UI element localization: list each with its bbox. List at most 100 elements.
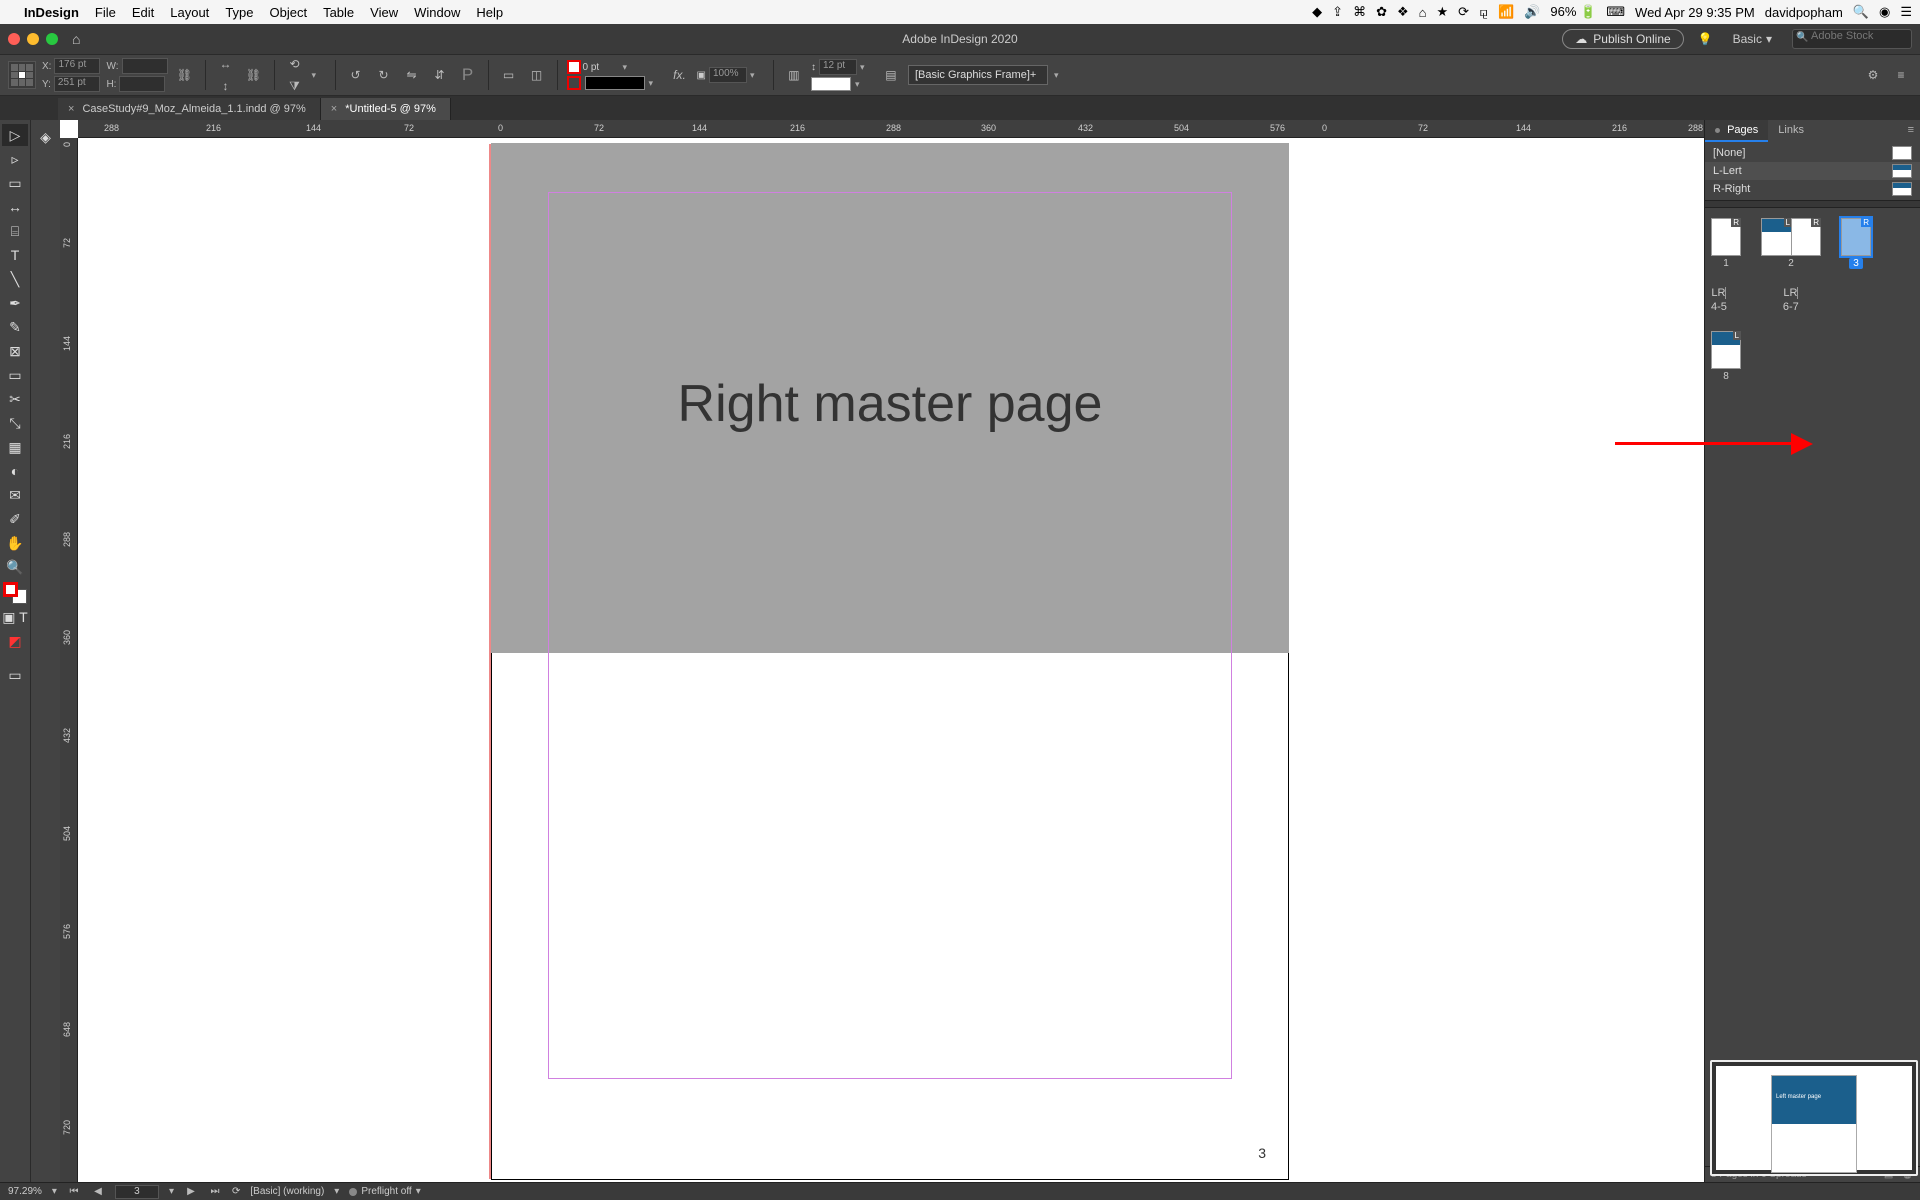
menu-type[interactable]: Type	[225, 5, 253, 20]
menubar-volume-icon[interactable]: 🔊	[1524, 4, 1540, 20]
align-icon[interactable]: ▤	[880, 65, 902, 85]
window-minimize-button[interactable]	[27, 33, 39, 45]
object-style-dropdown[interactable]: ▾	[1054, 70, 1068, 81]
doc-tab-casestudy[interactable]: × CaseStudy#9_Moz_Almeida_1.1.indd @ 97%	[58, 98, 321, 120]
current-page-field[interactable]: 3	[115, 1185, 159, 1199]
menubar-timer-icon[interactable]: ⟳	[1458, 4, 1469, 20]
fill-swatch-icon[interactable]	[567, 60, 581, 74]
selection-tool-icon[interactable]: ▷	[2, 124, 28, 146]
app-menu[interactable]: InDesign	[24, 5, 79, 20]
gap-tool-icon[interactable]: ↔︎	[2, 196, 28, 218]
close-icon[interactable]: ×	[68, 103, 74, 115]
menu-help[interactable]: Help	[476, 5, 503, 20]
flip-h-icon[interactable]: ⇋	[401, 65, 423, 85]
stroke-swatch-icon[interactable]	[567, 76, 581, 90]
spread-thumb-4-5[interactable]: L R 4-5	[1711, 287, 1727, 313]
prefs-gear-icon[interactable]: ⚙︎	[1862, 65, 1884, 85]
page-3[interactable]: Right master page 3	[492, 144, 1288, 1179]
next-page-icon[interactable]: ▶︎	[184, 1186, 198, 1197]
preflight-dropdown[interactable]: ▾	[416, 1186, 421, 1197]
zoom-level[interactable]: 97.29%	[8, 1186, 42, 1197]
tab-pages[interactable]: Pages	[1705, 120, 1768, 142]
type-tool-icon[interactable]: T	[2, 244, 28, 266]
opacity-dropdown[interactable]: ▾	[750, 70, 764, 81]
menu-file[interactable]: File	[95, 5, 116, 20]
close-icon[interactable]: ×	[331, 103, 337, 115]
shear-icon[interactable]: ⧩	[284, 76, 306, 96]
navigator-preview[interactable]: Left master page	[1710, 1060, 1918, 1176]
menubar-extra-4-icon[interactable]: ⌂	[1419, 5, 1427, 20]
text-wrap-1-icon[interactable]: ▥	[783, 65, 805, 85]
stroke-style-dropdown[interactable]: ▾	[649, 78, 663, 89]
rectangle-tool-icon[interactable]: ▭	[2, 364, 28, 386]
eyedropper-tool-icon[interactable]: ✐	[2, 508, 28, 530]
scale-x-icon[interactable]: ↔︎	[215, 54, 237, 74]
page-dropdown[interactable]: ▾	[169, 1186, 174, 1197]
style-status-dropdown[interactable]: ▾	[334, 1186, 339, 1197]
panel-menu-icon[interactable]: ≡	[1902, 120, 1920, 142]
menu-object[interactable]: Object	[270, 5, 308, 20]
gradient-feather-tool-icon[interactable]: ◐	[2, 460, 28, 482]
menubar-spotlight-icon[interactable]: 🔍	[1853, 4, 1869, 20]
menubar-extra-2-icon[interactable]: ✿	[1376, 4, 1387, 20]
rotate-icon[interactable]: ⟲	[284, 54, 306, 74]
angle-dropdown[interactable]: ▾	[312, 70, 326, 81]
y-field[interactable]: 251 pt	[54, 76, 100, 92]
doc-tab-untitled[interactable]: × *Untitled-5 @ 97%	[321, 98, 451, 120]
leading-dropdown[interactable]: ▾	[860, 62, 874, 73]
free-transform-tool-icon[interactable]: ⤡	[2, 412, 28, 434]
menubar-dropbox-icon[interactable]: ⇪	[1332, 4, 1343, 20]
p-paragraph-icon[interactable]: P	[457, 65, 479, 85]
menu-table[interactable]: Table	[323, 5, 354, 20]
page-thumb-3[interactable]: R 3	[1841, 218, 1871, 269]
fx-icon[interactable]: fx.	[669, 65, 691, 85]
horizontal-ruler[interactable]: 288 216 144 72 0 72 144 216 288 360 432 …	[78, 120, 1704, 138]
constrain-scale-icon[interactable]: ⛓	[243, 65, 265, 85]
screen-mode-icon[interactable]: ▭	[2, 664, 28, 686]
menu-window[interactable]: Window	[414, 5, 460, 20]
menubar-extra-5-icon[interactable]: ★	[1437, 4, 1449, 20]
select-container-icon[interactable]: ▭	[498, 65, 520, 85]
rectangle-frame-tool-icon[interactable]: ⊠	[2, 340, 28, 362]
menubar-battery[interactable]: 96% 🔋	[1550, 4, 1596, 20]
constrain-wh-icon[interactable]: ⛓	[174, 65, 196, 85]
window-zoom-button[interactable]	[46, 33, 58, 45]
h-field[interactable]	[119, 76, 165, 92]
master-none[interactable]: [None]	[1705, 144, 1920, 162]
menubar-keyboard-icon[interactable]: ⌨︎	[1606, 4, 1625, 20]
reference-point-grid[interactable]	[8, 61, 36, 89]
leading-field[interactable]: 12 pt	[819, 59, 857, 75]
pen-tool-icon[interactable]: ✒︎	[2, 292, 28, 314]
content-collector-tool-icon[interactable]: ⌸	[2, 220, 28, 242]
fill-stroke-swatch[interactable]	[3, 582, 27, 604]
select-content-icon[interactable]: ◫	[526, 65, 548, 85]
menu-edit[interactable]: Edit	[132, 5, 154, 20]
menubar-extra-3-icon[interactable]: ❖	[1397, 4, 1409, 20]
pencil-tool-icon[interactable]: ✎	[2, 316, 28, 338]
open-recent-icon[interactable]: ⟳	[232, 1186, 240, 1197]
prev-page-icon[interactable]: ◀︎	[91, 1186, 105, 1197]
scale-y-icon[interactable]: ↕︎	[215, 76, 237, 96]
scissors-tool-icon[interactable]: ✂︎	[2, 388, 28, 410]
stroke-weight-field[interactable]: 0 pt	[583, 62, 621, 73]
workspace-switcher[interactable]: Basic ▾	[1727, 30, 1778, 48]
fill-box[interactable]	[811, 77, 851, 91]
line-tool-icon[interactable]: ╲	[2, 268, 28, 290]
menubar-cc-icon[interactable]: ⌘	[1353, 4, 1366, 20]
window-close-button[interactable]	[8, 33, 20, 45]
rotate-cw-icon[interactable]: ↻	[373, 65, 395, 85]
zoom-tool-icon[interactable]: 🔍	[2, 556, 28, 578]
pasteboard[interactable]: Right master page 3	[78, 138, 1704, 1182]
adobe-stock-search[interactable]: Adobe Stock	[1792, 29, 1912, 49]
canvas[interactable]: 288 216 144 72 0 72 144 216 288 360 432 …	[60, 120, 1704, 1182]
menubar-bluetooth-icon[interactable]: ⚼	[1479, 4, 1488, 20]
page-tool-icon[interactable]: ▭	[2, 172, 28, 194]
first-page-icon[interactable]: ⏮	[67, 1186, 81, 1197]
menubar-notifications-icon[interactable]: ☰	[1900, 4, 1912, 20]
page-thumb-1[interactable]: R 1	[1711, 218, 1741, 269]
direct-selection-tool-icon[interactable]: ▹	[2, 148, 28, 170]
stroke-weight-dropdown[interactable]: ▾	[623, 62, 637, 73]
page-thumb-8[interactable]: L 8	[1711, 331, 1741, 382]
home-button-icon[interactable]: ⌂	[72, 31, 80, 47]
gradient-swatch-tool-icon[interactable]: ▦	[2, 436, 28, 458]
